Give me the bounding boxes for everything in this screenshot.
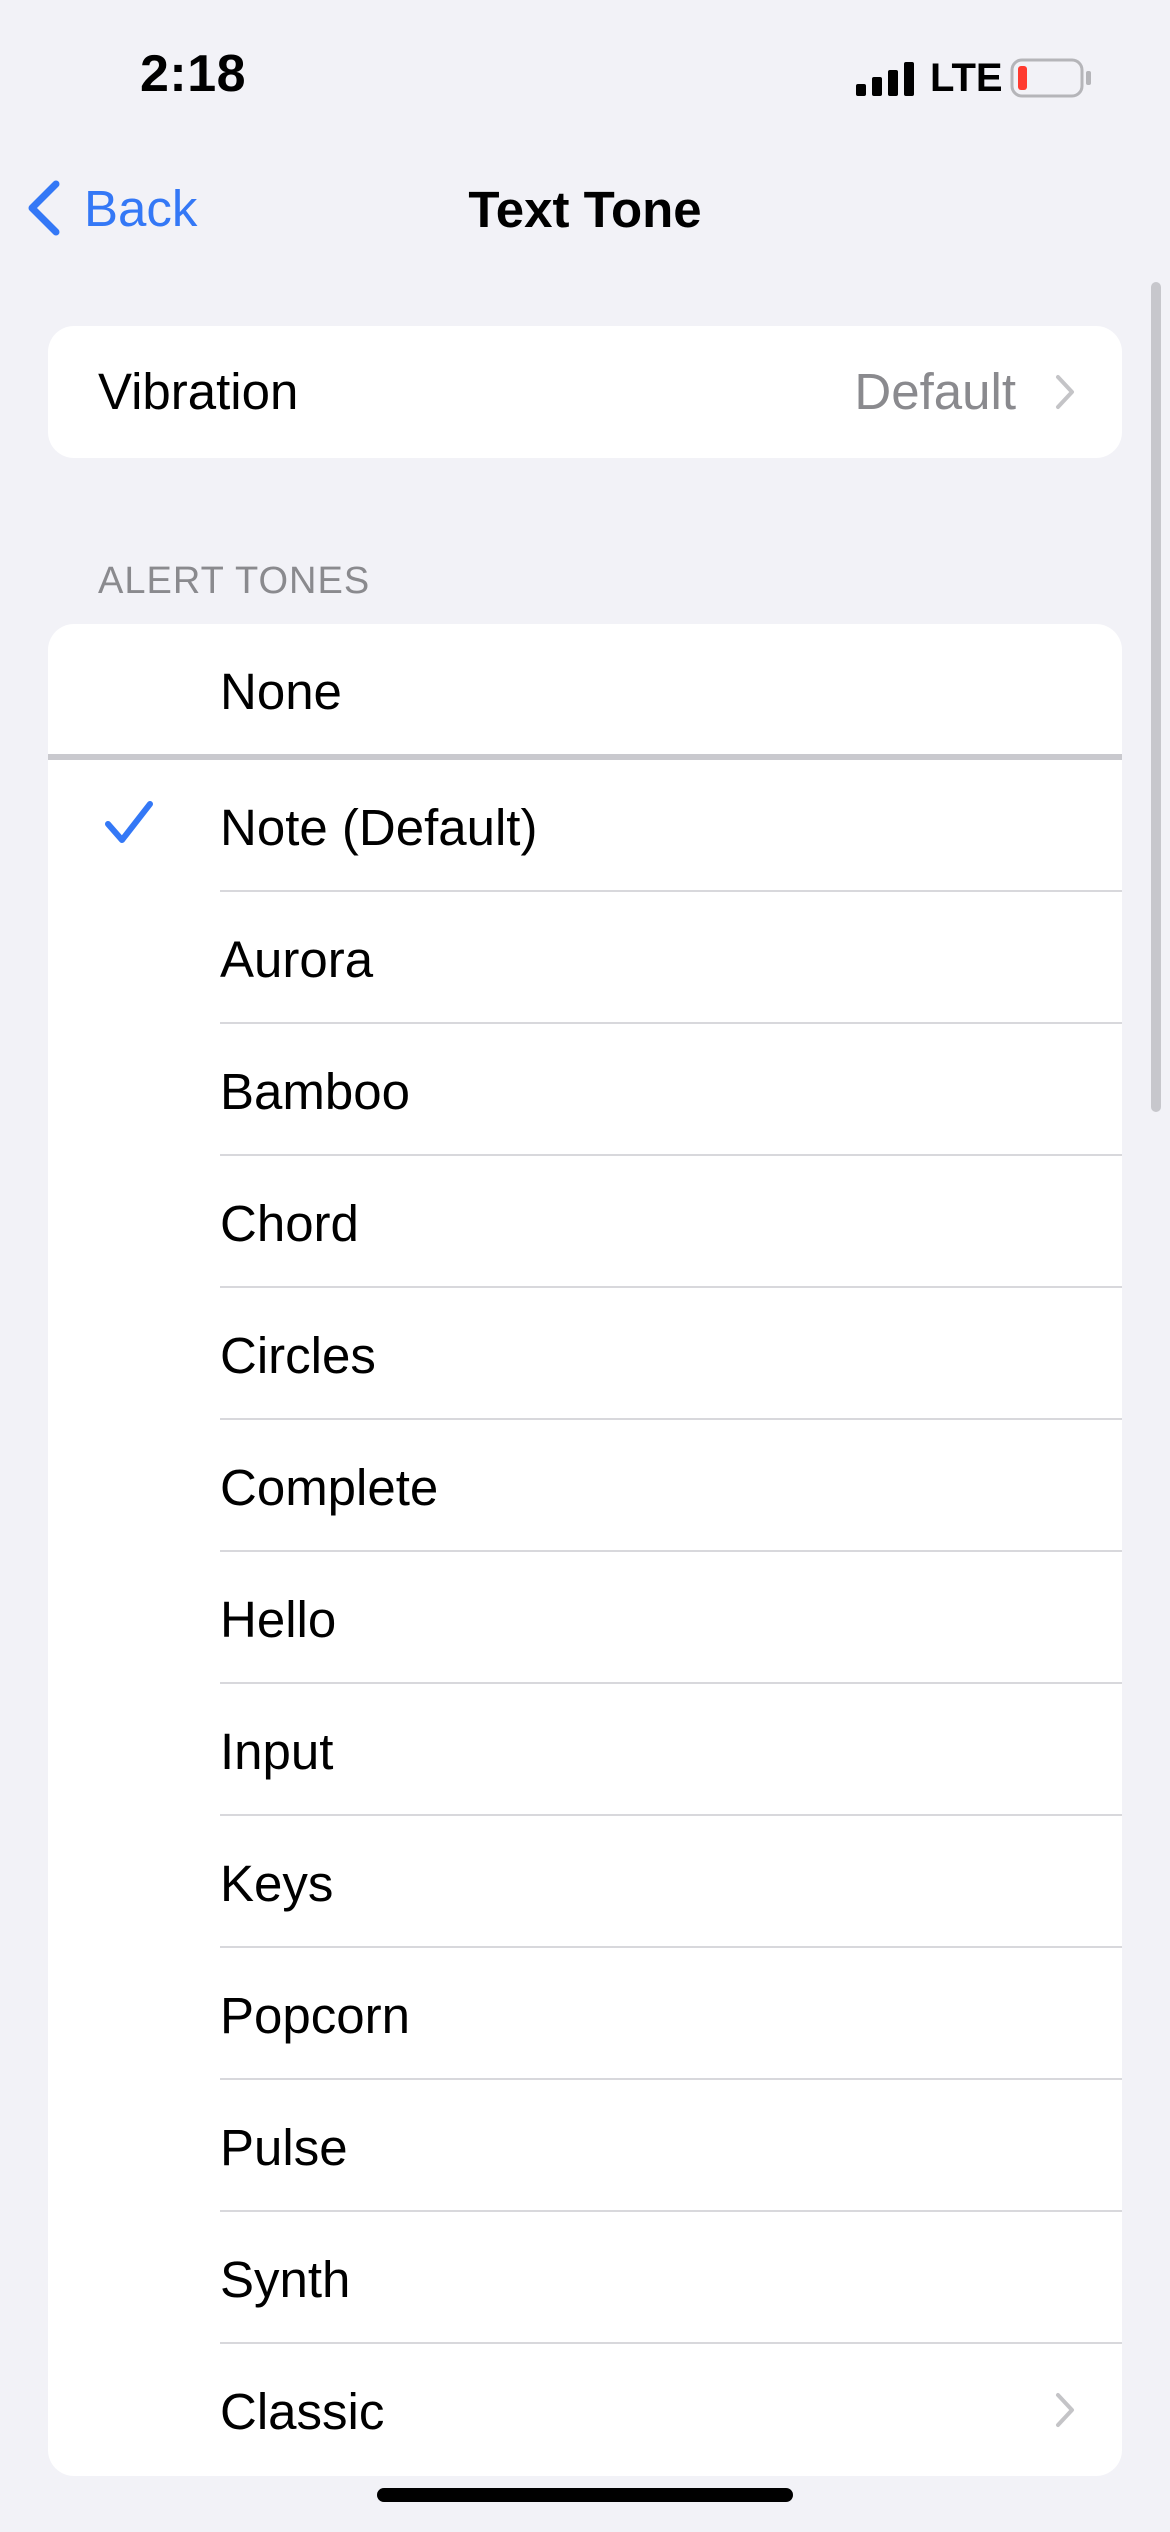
tone-item-complete[interactable]: Complete — [48, 1420, 1122, 1552]
vibration-row[interactable]: Vibration Default — [48, 326, 1122, 458]
tone-item-popcorn[interactable]: Popcorn — [48, 1948, 1122, 2080]
tone-label: Classic — [220, 2383, 385, 2440]
page-title: Text Tone — [468, 181, 702, 238]
home-indicator[interactable] — [377, 2488, 793, 2502]
tone-item-synth[interactable]: Synth — [48, 2212, 1122, 2344]
tone-label: Keys — [220, 1855, 334, 1912]
tone-label: Synth — [220, 2251, 351, 2308]
tone-label: Bamboo — [220, 1063, 410, 1120]
scroll-indicator — [1151, 282, 1161, 1112]
navigation-bar: Back Text Tone — [0, 150, 1170, 265]
tone-item-pulse[interactable]: Pulse — [48, 2080, 1122, 2212]
status-bar: 2:18 LTE — [0, 0, 1170, 150]
vibration-label: Vibration — [98, 363, 299, 420]
tone-label: None — [220, 663, 342, 720]
alert-tones-list: None Note (Default) Aurora Bamboo Chord … — [48, 624, 1122, 2476]
checkmark-icon — [105, 801, 153, 843]
chevron-right-icon — [1056, 2393, 1074, 2427]
vibration-value: Default — [854, 363, 1016, 420]
status-time: 2:18 — [140, 45, 247, 103]
tone-item-input[interactable]: Input — [48, 1684, 1122, 1816]
tone-label: Popcorn — [220, 1987, 410, 2044]
tone-label: Chord — [220, 1195, 359, 1252]
tone-label: Note (Default) — [220, 799, 538, 856]
network-type-label: LTE — [930, 56, 1003, 100]
battery-low-icon — [1010, 58, 1091, 98]
tone-item-classic[interactable]: Classic — [48, 2344, 1122, 2476]
tone-label: Pulse — [220, 2119, 348, 2176]
tone-label: Aurora — [220, 931, 374, 988]
tone-label: Circles — [220, 1327, 376, 1384]
tone-item-none[interactable]: None — [48, 624, 1122, 756]
chevron-right-icon — [1056, 375, 1074, 409]
section-header-alert-tones: ALERT TONES — [98, 560, 371, 602]
tone-item-chord[interactable]: Chord — [48, 1156, 1122, 1288]
tone-item-bamboo[interactable]: Bamboo — [48, 1024, 1122, 1156]
tone-item-aurora[interactable]: Aurora — [48, 892, 1122, 1024]
vibration-group: Vibration Default — [48, 326, 1122, 458]
tone-item-hello[interactable]: Hello — [48, 1552, 1122, 1684]
tone-label: Input — [220, 1723, 334, 1780]
cellular-signal-icon — [856, 62, 914, 96]
tone-item-note-default[interactable]: Note (Default) — [48, 760, 1122, 892]
tone-item-circles[interactable]: Circles — [48, 1288, 1122, 1420]
tone-label: Hello — [220, 1591, 337, 1648]
tone-item-keys[interactable]: Keys — [48, 1816, 1122, 1948]
tone-label: Complete — [220, 1459, 439, 1516]
